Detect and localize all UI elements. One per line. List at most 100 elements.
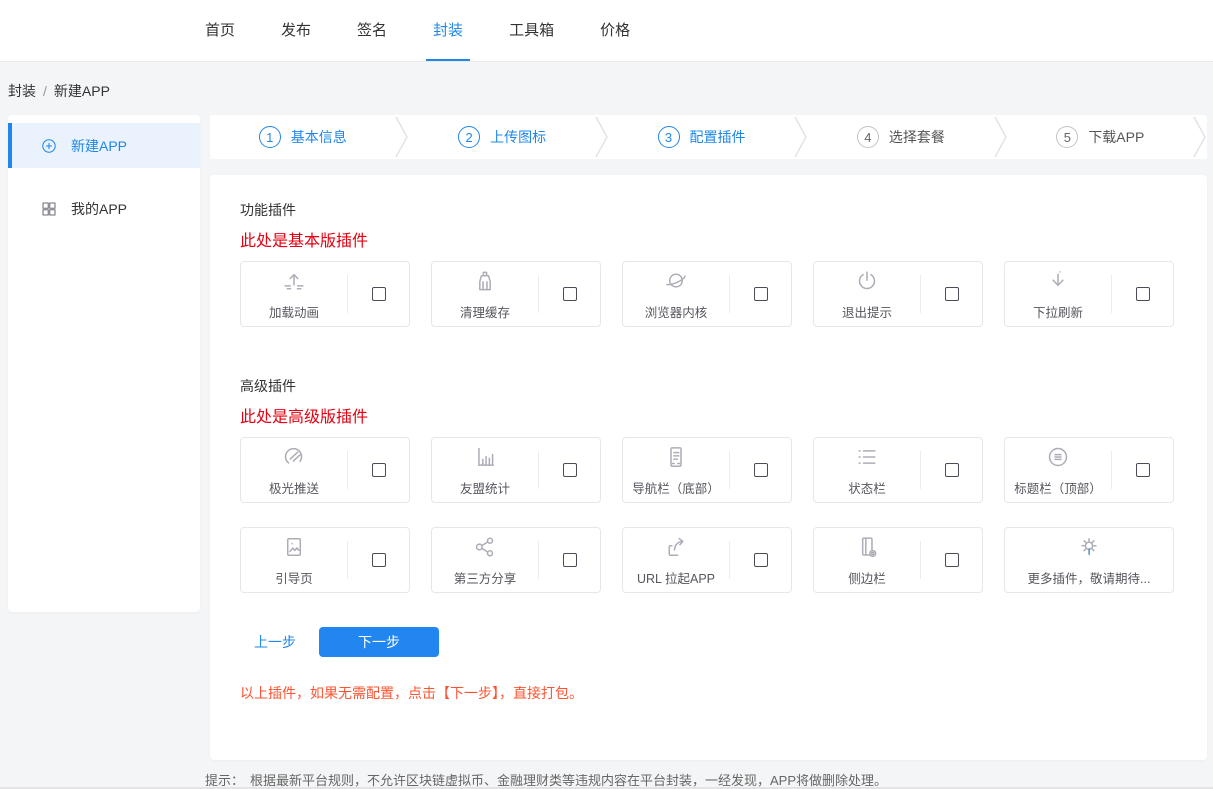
plugin-checkbox-wrap [921, 287, 982, 301]
sidebar-item-new-app[interactable]: 新建APP [8, 123, 200, 168]
plugin-card-label: 侧边栏 [848, 568, 886, 587]
plugin-checkbox-wrap [730, 287, 791, 301]
actions-row: 上一步 下一步 [254, 627, 1177, 657]
plugin-card-label: 标题栏（顶部） [1014, 478, 1102, 497]
sidebar-item-my-app[interactable]: 我的APP [8, 186, 200, 231]
url-launch-icon [663, 534, 689, 565]
plugin-card-more-plugins[interactable]: 更多插件，敬请期待... [1004, 527, 1174, 593]
plugin-checkbox-third-party-share[interactable] [563, 553, 577, 567]
plugin-card-third-party-share[interactable]: 第三方分享 [431, 527, 601, 593]
pull-refresh-icon [1045, 268, 1071, 299]
plugin-checkbox-titlebar-top[interactable] [1136, 463, 1150, 477]
plugin-card-main: 下拉刷新 [1005, 268, 1111, 321]
grid-icon [40, 200, 58, 218]
next-step-button[interactable]: 下一步 [319, 627, 439, 657]
plugin-checkbox-jpush[interactable] [372, 463, 386, 477]
plugin-checkbox-status-bar[interactable] [945, 463, 959, 477]
plugin-checkbox-loading-animation[interactable] [372, 287, 386, 301]
plugin-checkbox-wrap [921, 463, 982, 477]
plugin-card-main: 更多插件，敬请期待... [1005, 534, 1173, 587]
step-select-package[interactable]: 4 选择套餐 [808, 115, 993, 159]
share-icon [472, 534, 498, 565]
breadcrumb-section[interactable]: 封装 [8, 83, 36, 99]
plugin-checkbox-guide-page[interactable] [372, 553, 386, 567]
packaging-note: 以上插件，如果无需配置，点击【下一步】，直接打包。 [240, 683, 1177, 703]
plugin-card-sidebar-plugin[interactable]: 侧边栏 [813, 527, 983, 593]
plugin-card-label: 状态栏 [848, 478, 886, 497]
plugin-checkbox-clear-cache[interactable] [563, 287, 577, 301]
plugin-sections: 功能插件此处是基本版插件加载动画清理缓存浏览器内核退出提示下拉刷新高级插件此处是… [240, 201, 1177, 593]
plugin-card-main: 导航栏（底部） [623, 444, 729, 497]
content-row: 新建APP 我的APP 1基本信息 2上传图标 3配置插件 4 选择套餐 5下载APP 功能… [0, 115, 1213, 760]
step-label: 选择套餐 [889, 127, 945, 147]
step-download-app[interactable]: 5下载APP [1008, 115, 1193, 159]
section-note: 此处是基本版插件 [240, 231, 1177, 253]
plugin-checkbox-wrap [730, 463, 791, 477]
jpush-icon [281, 444, 307, 475]
more-plugins-icon [1076, 534, 1102, 565]
plugin-checkbox-navbar-bottom[interactable] [754, 463, 768, 477]
plugin-card-label: 第三方分享 [454, 568, 517, 587]
plugin-card-navbar-bottom[interactable]: 导航栏（底部） [622, 437, 792, 503]
plugin-card-loading-animation[interactable]: 加载动画 [240, 261, 410, 327]
exit-prompt-icon [854, 268, 880, 299]
plugin-card-url-launch-app[interactable]: URL 拉起APP [622, 527, 792, 593]
plugin-card-label: 导航栏（底部） [632, 478, 720, 497]
browser-kernel-icon [663, 268, 689, 299]
breadcrumb-current: 新建APP [54, 83, 110, 99]
nav-item-sign[interactable]: 签名 [350, 0, 394, 61]
step-basic-info[interactable]: 1基本信息 [210, 115, 395, 159]
plugin-checkbox-sidebar-plugin[interactable] [945, 553, 959, 567]
plugin-checkbox-pull-refresh[interactable] [1136, 287, 1150, 301]
plugin-checkbox-url-launch-app[interactable] [754, 553, 768, 567]
plugin-card-main: 第三方分享 [432, 534, 538, 587]
plugin-card-main: 状态栏 [814, 444, 920, 497]
plugin-card-label: 浏览器内核 [645, 302, 708, 321]
plugin-checkbox-browser-kernel[interactable] [754, 287, 768, 301]
plugin-card-main: 标题栏（顶部） [1005, 444, 1111, 497]
nav-item-home[interactable]: 首页 [198, 0, 242, 61]
step-configure-plugins[interactable]: 3配置插件 [609, 115, 794, 159]
nav-item-publish[interactable]: 发布 [274, 0, 318, 61]
plugin-checkbox-wrap [539, 463, 600, 477]
step-chevron-icon [395, 115, 409, 159]
plugin-card-exit-prompt[interactable]: 退出提示 [813, 261, 983, 327]
plugin-card-status-bar[interactable]: 状态栏 [813, 437, 983, 503]
step-chevron-icon [994, 115, 1008, 159]
circle-plus-icon [40, 137, 58, 155]
plugin-card-clear-cache[interactable]: 清理缓存 [431, 261, 601, 327]
plugin-card-main: 友盟统计 [432, 444, 538, 497]
plugin-card-jpush[interactable]: 极光推送 [240, 437, 410, 503]
step-upload-icon[interactable]: 2上传图标 [409, 115, 594, 159]
plugin-card-guide-page[interactable]: 引导页 [240, 527, 410, 593]
plugin-card-pull-refresh[interactable]: 下拉刷新 [1004, 261, 1174, 327]
step-number: 4 [857, 126, 879, 148]
step-label: 上传图标 [490, 127, 546, 147]
plugin-card-label: 下拉刷新 [1033, 302, 1083, 321]
sidebar: 新建APP 我的APP [8, 115, 200, 612]
sidebar-plugin-icon [854, 534, 880, 565]
nav-item-toolbox[interactable]: 工具箱 [502, 0, 561, 61]
nav-item-package[interactable]: 封装 [426, 0, 470, 61]
plugin-card-label: 加载动画 [269, 302, 319, 321]
plugin-card-browser-kernel[interactable]: 浏览器内核 [622, 261, 792, 327]
section-title: 高级插件 [240, 377, 1177, 395]
section-title: 功能插件 [240, 201, 1177, 219]
plugin-checkbox-exit-prompt[interactable] [945, 287, 959, 301]
plugin-checkbox-wrap [921, 553, 982, 567]
plugin-card-titlebar-top[interactable]: 标题栏（顶部） [1004, 437, 1174, 503]
prev-step-link[interactable]: 上一步 [254, 632, 296, 652]
step-number: 5 [1056, 126, 1078, 148]
plugin-card-umeng-stats[interactable]: 友盟统计 [431, 437, 601, 503]
plugin-checkbox-wrap [539, 553, 600, 567]
status-bar-icon [854, 444, 880, 475]
step-number: 1 [259, 126, 281, 148]
plugin-card-label: 友盟统计 [460, 478, 510, 497]
footer-tip-text: 根据最新平台规则，不允许区块链虚拟币、金融理财类等违规内容在平台封装，一经发现，… [250, 773, 887, 788]
plugin-card-label: URL 拉起APP [637, 568, 715, 587]
plugin-checkbox-umeng-stats[interactable] [563, 463, 577, 477]
plugin-card-label: 极光推送 [269, 478, 319, 497]
plugin-card-main: URL 拉起APP [623, 534, 729, 587]
plugin-card-label: 引导页 [275, 568, 313, 587]
nav-item-price[interactable]: 价格 [593, 0, 637, 61]
